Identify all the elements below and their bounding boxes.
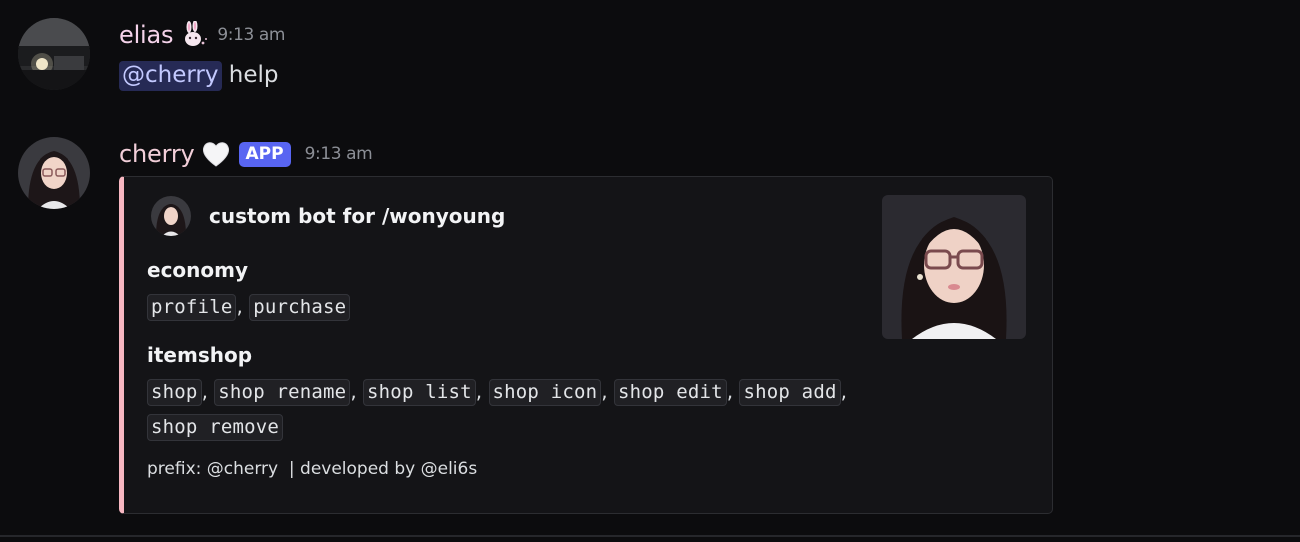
message-content: @cherry help <box>119 57 279 93</box>
embed-author: custom bot for /wonyoung <box>151 196 505 236</box>
message-text: help <box>221 62 279 88</box>
avatar[interactable] <box>18 137 90 209</box>
command-chip: purchase <box>249 294 351 321</box>
command-chip: profile <box>147 294 237 321</box>
command-chip: shop remove <box>147 414 284 441</box>
avatar[interactable] <box>18 18 90 90</box>
bunny-emoji <box>179 20 209 49</box>
user-mention[interactable]: @cherry <box>119 61 222 91</box>
command-chip: shop list <box>363 379 476 406</box>
username[interactable]: cherry <box>119 139 195 169</box>
timestamp[interactable]: 9:13 am <box>217 25 285 45</box>
embed-thumbnail[interactable] <box>882 195 1026 339</box>
white-heart-emoji <box>201 140 231 168</box>
command-chip: shop icon <box>488 379 602 406</box>
timestamp[interactable]: 9:13 am <box>305 144 373 164</box>
bot-embed: custom bot for /wonyoung economy profile… <box>119 176 1053 514</box>
command-chip: shop edit <box>614 379 727 406</box>
field-itemshop-name: itemshop <box>147 343 253 367</box>
divider <box>0 535 1300 537</box>
field-economy-name: economy <box>147 258 249 282</box>
command-chip: shop rename <box>214 379 351 406</box>
command-chip: shop <box>147 379 202 406</box>
field-itemshop-commands: shop, shop rename, shop list, shop icon,… <box>147 374 847 444</box>
username[interactable]: elias <box>119 20 174 50</box>
embed-author-name[interactable]: custom bot for /wonyoung <box>209 204 505 228</box>
embed-author-avatar[interactable] <box>151 196 191 236</box>
field-economy-commands: profile, purchase <box>147 289 847 324</box>
command-chip: shop add <box>739 379 841 406</box>
embed-footer: prefix: @cherry | developed by @eli6s <box>147 459 478 479</box>
app-badge: APP <box>238 141 291 167</box>
